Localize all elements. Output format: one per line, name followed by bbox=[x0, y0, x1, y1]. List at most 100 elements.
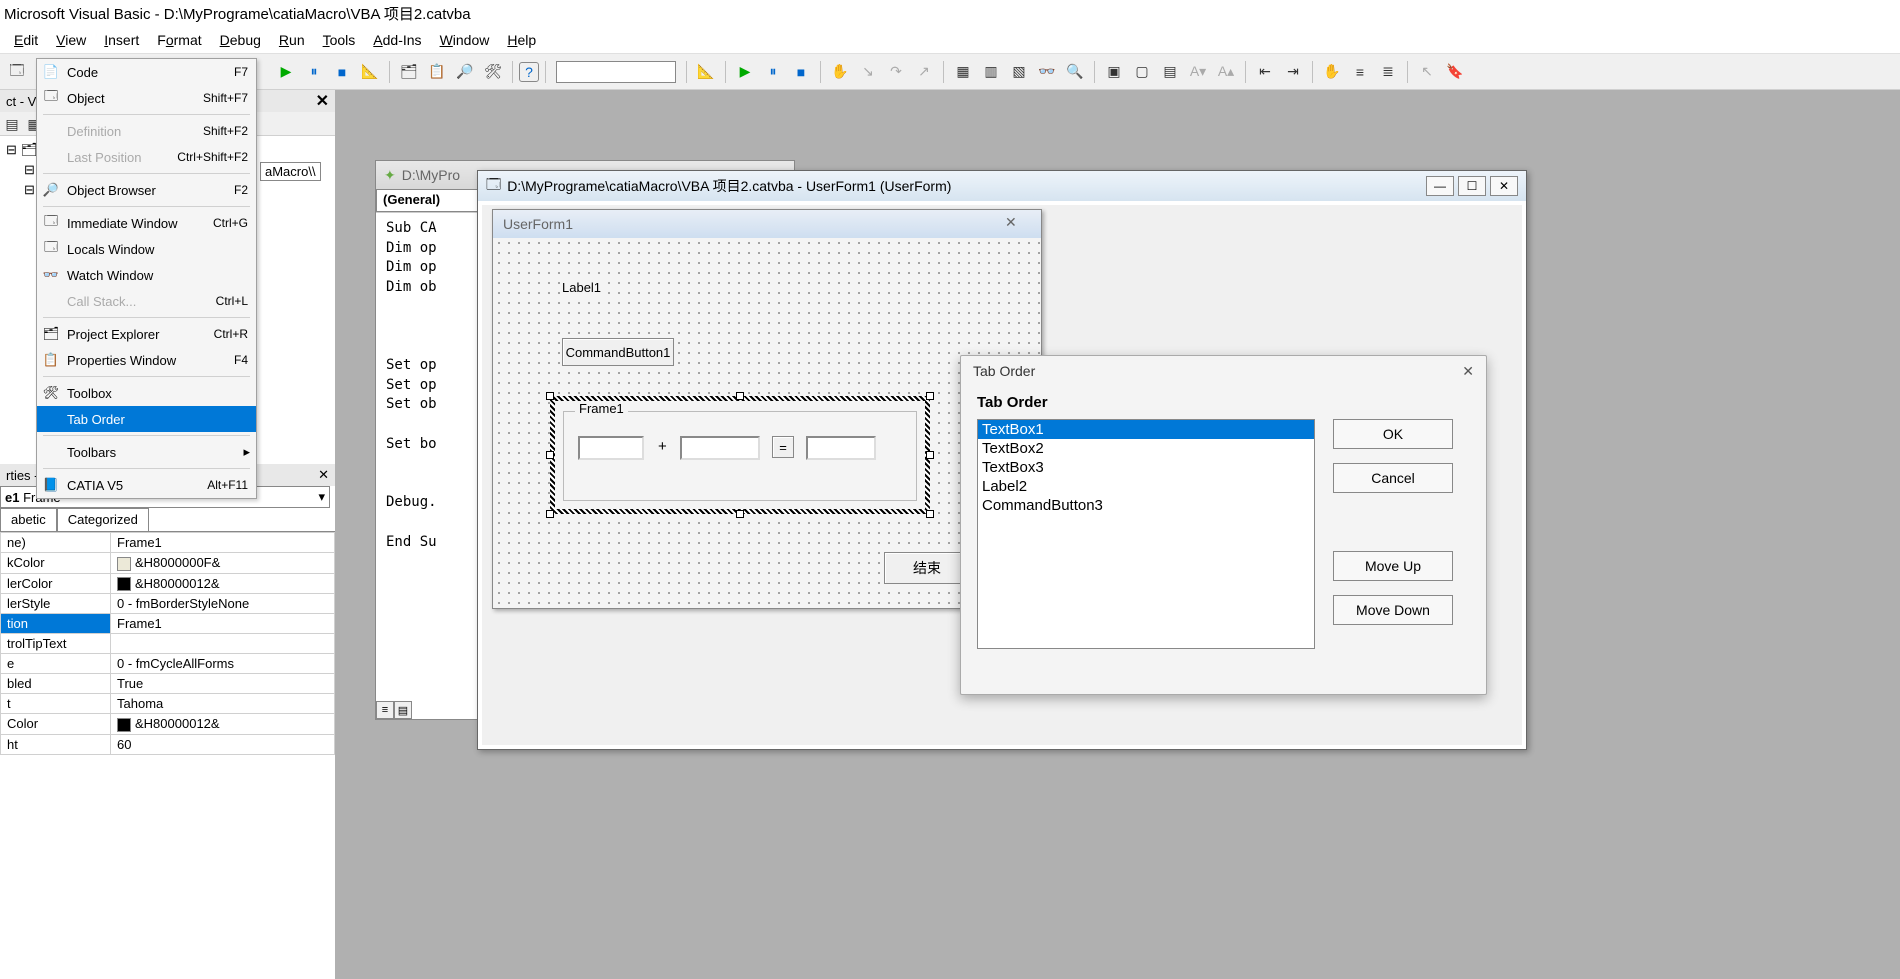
ok-button[interactable]: OK bbox=[1333, 419, 1453, 449]
tab-order-item[interactable]: TextBox2 bbox=[978, 439, 1314, 458]
property-row[interactable]: ne)Frame1 bbox=[1, 533, 335, 553]
property-row[interactable]: tTahoma bbox=[1, 694, 335, 714]
move-up-button[interactable]: Move Up bbox=[1333, 551, 1453, 581]
menu-run[interactable]: Run bbox=[271, 29, 313, 51]
full-view-icon[interactable]: ▤ bbox=[394, 701, 412, 719]
tb-combo[interactable] bbox=[556, 61, 676, 83]
textbox3[interactable] bbox=[806, 436, 876, 460]
resize-handle[interactable] bbox=[736, 510, 744, 518]
property-row[interactable]: bledTrue bbox=[1, 674, 335, 694]
tab-order-item[interactable]: TextBox3 bbox=[978, 458, 1314, 477]
align3-icon[interactable]: ▧ bbox=[1006, 59, 1032, 85]
tab-categorized[interactable]: Categorized bbox=[57, 508, 149, 531]
menu-help[interactable]: Help bbox=[499, 29, 544, 51]
menu-debug[interactable]: Debug bbox=[212, 29, 269, 51]
expand-icon[interactable]: ⊟ bbox=[6, 142, 17, 158]
comment-icon[interactable]: ≡ bbox=[1347, 59, 1373, 85]
close-icon[interactable]: ✕ bbox=[318, 467, 329, 483]
property-value[interactable]: Frame1 bbox=[111, 533, 335, 553]
stop-icon[interactable]: ■ bbox=[329, 59, 355, 85]
project-icon[interactable]: 🗂 bbox=[396, 59, 422, 85]
menu-item-properties-window[interactable]: 📋Properties WindowF4 bbox=[37, 347, 256, 373]
end-button[interactable]: 结束 bbox=[884, 552, 970, 584]
proc-view-icon[interactable]: ≡ bbox=[376, 701, 394, 719]
property-row[interactable]: tionFrame1 bbox=[1, 614, 335, 634]
textbox1[interactable] bbox=[578, 436, 644, 460]
toolbox-icon[interactable]: 🛠 bbox=[480, 59, 506, 85]
textbox2[interactable] bbox=[680, 436, 760, 460]
property-value[interactable]: True bbox=[111, 674, 335, 694]
property-value[interactable]: Tahoma bbox=[111, 694, 335, 714]
align2-icon[interactable]: ▥ bbox=[978, 59, 1004, 85]
expand-icon[interactable]: ⊟ bbox=[24, 182, 35, 198]
close-button[interactable]: ✕ bbox=[1490, 176, 1518, 196]
menu-insert[interactable]: Insert bbox=[96, 29, 147, 51]
tab-order-item[interactable]: Label2 bbox=[978, 477, 1314, 496]
commandbutton1[interactable]: CommandButton1 bbox=[562, 338, 674, 366]
menu-view[interactable]: View bbox=[48, 29, 94, 51]
move-down-button[interactable]: Move Down bbox=[1333, 595, 1453, 625]
design-icon[interactable]: 📐 bbox=[357, 59, 383, 85]
tab-order-list[interactable]: TextBox1TextBox2TextBox3Label2CommandBut… bbox=[977, 419, 1315, 649]
property-row[interactable]: lerColor&H80000012& bbox=[1, 573, 335, 594]
resize-handle[interactable] bbox=[926, 451, 934, 459]
userform-body[interactable]: Label1 CommandButton1 bbox=[494, 238, 1040, 607]
run-icon[interactable]: ▶ bbox=[273, 59, 299, 85]
property-row[interactable]: trolTipText bbox=[1, 634, 335, 654]
menu-addins[interactable]: Add-Ins bbox=[365, 29, 429, 51]
send-back-icon[interactable]: ▢ bbox=[1129, 59, 1155, 85]
menu-item-toolbars[interactable]: Toolbars▸ bbox=[37, 439, 256, 465]
property-row[interactable]: lerStyle0 - fmBorderStyleNone bbox=[1, 594, 335, 614]
menu-item-object[interactable]: 🗔ObjectShift+F7 bbox=[37, 85, 256, 111]
properties-icon[interactable]: 📋 bbox=[424, 59, 450, 85]
close-icon[interactable]: ✕ bbox=[1462, 363, 1474, 380]
cancel-button[interactable]: Cancel bbox=[1333, 463, 1453, 493]
resize-handle[interactable] bbox=[546, 451, 554, 459]
property-value[interactable]: &H80000012& bbox=[111, 573, 335, 594]
tab-order-item[interactable]: TextBox1 bbox=[978, 420, 1314, 439]
close-icon[interactable]: ✕ bbox=[316, 91, 329, 111]
pause-icon[interactable]: ⏸ bbox=[301, 59, 327, 85]
property-value[interactable] bbox=[111, 634, 335, 654]
arrange-icon[interactable]: ▤ bbox=[1157, 59, 1183, 85]
minimize-button[interactable]: — bbox=[1426, 176, 1454, 196]
resize-handle[interactable] bbox=[926, 510, 934, 518]
property-row[interactable]: ht60 bbox=[1, 734, 335, 754]
menu-item-tab-order[interactable]: Tab Order bbox=[37, 406, 256, 432]
pause2-icon[interactable]: ⏸ bbox=[760, 59, 786, 85]
property-value[interactable]: 0 - fmCycleAllForms bbox=[111, 654, 335, 674]
property-value[interactable]: 60 bbox=[111, 734, 335, 754]
menu-item-object-browser[interactable]: 🔎Object BrowserF2 bbox=[37, 177, 256, 203]
tab-order-item[interactable]: CommandButton3 bbox=[978, 496, 1314, 515]
menu-window[interactable]: Window bbox=[432, 29, 498, 51]
outdent-icon[interactable]: ⇤ bbox=[1252, 59, 1278, 85]
property-row[interactable]: kColor&H8000000F& bbox=[1, 553, 335, 574]
property-value[interactable]: &H80000012& bbox=[111, 714, 335, 735]
view-code-icon[interactable]: ▤ bbox=[2, 114, 22, 134]
maximize-button[interactable]: ☐ bbox=[1458, 176, 1486, 196]
menu-item-code[interactable]: 📄CodeF7 bbox=[37, 59, 256, 85]
property-value[interactable]: Frame1 bbox=[111, 614, 335, 634]
menu-item-immediate-window[interactable]: 🗔Immediate WindowCtrl+G bbox=[37, 210, 256, 236]
object-browser-icon[interactable]: 🔎 bbox=[452, 59, 478, 85]
menu-format[interactable]: Format bbox=[149, 29, 209, 51]
menu-tools[interactable]: Tools bbox=[315, 29, 364, 51]
tab-alphabetic[interactable]: abetic bbox=[0, 508, 57, 531]
close-icon[interactable]: ✕ bbox=[1005, 214, 1031, 234]
frame1-wrapper[interactable]: Frame1 + = bbox=[550, 396, 930, 514]
menu-item-catia-v5[interactable]: 📘CATIA V5Alt+F11 bbox=[37, 472, 256, 498]
menu-edit[interactable]: Edit bbox=[6, 29, 46, 51]
label1[interactable]: Label1 bbox=[562, 280, 601, 295]
indent-icon[interactable]: ⇥ bbox=[1280, 59, 1306, 85]
commandbutton3[interactable]: = bbox=[772, 436, 794, 458]
design-mode-icon[interactable]: 📐 bbox=[693, 59, 719, 85]
menu-item-project-explorer[interactable]: 🗂Project ExplorerCtrl+R bbox=[37, 321, 256, 347]
form-window-title[interactable]: 🗔 D:\MyPrograme\catiaMacro\VBA 项目2.catvb… bbox=[478, 171, 1526, 201]
menu-item-watch-window[interactable]: 👓Watch Window bbox=[37, 262, 256, 288]
menu-item-toolbox[interactable]: 🛠Toolbox bbox=[37, 380, 256, 406]
align-icon[interactable]: ▦ bbox=[950, 59, 976, 85]
resize-handle[interactable] bbox=[736, 392, 744, 400]
uncomment-icon[interactable]: ≣ bbox=[1375, 59, 1401, 85]
resize-handle[interactable] bbox=[546, 510, 554, 518]
bring-front-icon[interactable]: ▣ bbox=[1101, 59, 1127, 85]
